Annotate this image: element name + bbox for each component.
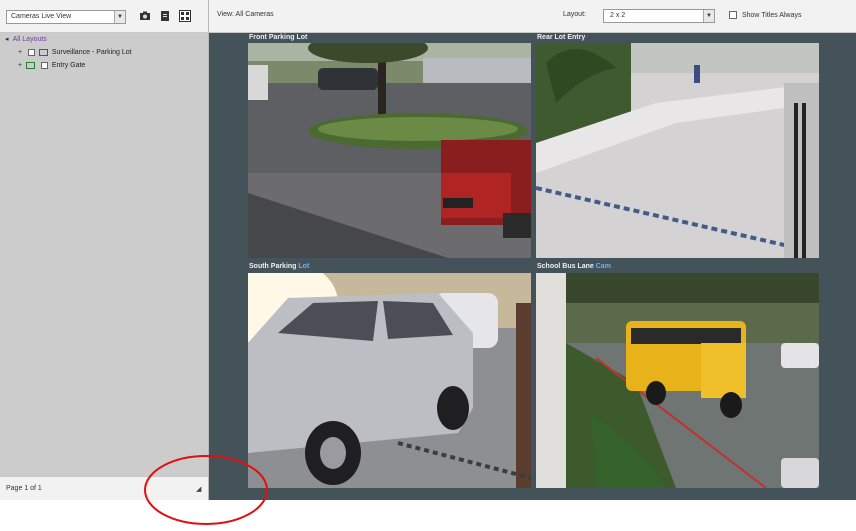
layout-label: Layout: xyxy=(563,11,586,18)
tree-item-parking-lot[interactable]: + Surveillance - Parking Lot xyxy=(18,47,132,58)
camera-feed-4[interactable] xyxy=(536,273,819,488)
view-label: View: All Cameras xyxy=(217,11,274,18)
expand-icon[interactable]: + xyxy=(18,47,24,58)
tree-item-entry-gate[interactable]: + Entry Gate xyxy=(18,60,85,71)
layout-select[interactable]: 2 x 2 ▼ xyxy=(603,9,715,23)
camera-grid: Front Parking Lot Rear Lot Entry South P… xyxy=(209,33,856,500)
camera-feed-1[interactable] xyxy=(248,43,531,258)
collapse-icon[interactable]: ◂ xyxy=(5,34,11,45)
bottom-strip xyxy=(0,500,856,531)
viewer-toolbar: View: All Cameras Layout: 2 x 2 ▼ Show T… xyxy=(209,0,856,33)
camera-title-3: South Parking Lot xyxy=(249,263,310,270)
camera-title-2: Rear Lot Entry xyxy=(537,34,586,41)
document-icon[interactable] xyxy=(158,9,172,23)
grid-icon[interactable] xyxy=(178,9,192,23)
chevron-down-icon: ▼ xyxy=(703,10,714,22)
show-titles-checkbox[interactable]: Show Titles Always xyxy=(729,11,801,19)
checkbox[interactable] xyxy=(27,48,35,56)
camera-title-1: Front Parking Lot xyxy=(249,34,308,41)
map-icon xyxy=(25,61,35,69)
camera-icon[interactable] xyxy=(138,9,152,23)
checkbox[interactable] xyxy=(729,11,737,19)
chevron-down-icon: ▼ xyxy=(114,11,125,23)
tree-item-label: Surveillance - Parking Lot xyxy=(51,49,132,56)
view-selector[interactable]: Cameras Live View ▼ xyxy=(6,10,126,24)
page-status: Page 1 of 1 xyxy=(6,485,42,492)
camera-feed-2[interactable] xyxy=(536,43,819,258)
left-toolbar: Cameras Live View ▼ xyxy=(0,0,208,33)
left-panel: Cameras Live View ▼ ◂ All Layouts + Surv… xyxy=(0,0,209,501)
tree-item-label: All Layouts xyxy=(12,36,47,43)
tree-item-label: Entry Gate xyxy=(51,62,86,69)
expand-icon[interactable]: + xyxy=(18,60,24,71)
annotation-circle xyxy=(144,455,268,525)
camera-title-4: School Bus Lane Cam xyxy=(537,263,611,270)
show-titles-label: Show Titles Always xyxy=(741,11,802,19)
view-selector-value: Cameras Live View xyxy=(11,13,72,20)
camera-group-icon xyxy=(38,48,48,56)
checkbox[interactable] xyxy=(40,61,48,69)
tree-item-all-layouts[interactable]: ◂ All Layouts xyxy=(5,34,47,45)
layout-select-value: 2 x 2 xyxy=(610,12,626,19)
camera-feed-3[interactable] xyxy=(248,273,531,488)
